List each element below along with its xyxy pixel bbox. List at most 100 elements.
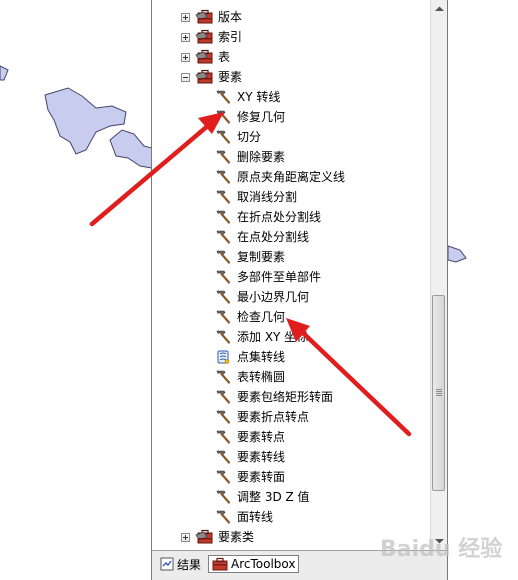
hammer-icon <box>216 230 231 244</box>
toolset-label: 要素类 <box>218 530 255 544</box>
toolset-node[interactable]: 表 <box>181 47 230 67</box>
map-land-shape <box>0 65 9 81</box>
tool-label: 多部件至单部件 <box>237 270 322 284</box>
toolbox-icon <box>212 557 228 571</box>
map-land-shape <box>447 245 467 263</box>
hammer-icon <box>216 270 231 284</box>
toolset-node[interactable]: 要素 <box>181 67 242 87</box>
expand-icon[interactable] <box>181 32 190 42</box>
toolset-node[interactable]: 索引 <box>181 27 242 47</box>
svg-text:Baidu 经验: Baidu 经验 <box>380 536 502 562</box>
tool-label: 要素折点转点 <box>237 410 310 424</box>
tool-node[interactable]: 在折点处分割线 <box>215 207 321 227</box>
tool-label: 修复几何 <box>237 110 286 124</box>
tool-node[interactable]: 复制要素 <box>215 247 285 267</box>
toolset-label: 表 <box>218 50 231 64</box>
tab-results[interactable]: 结果 <box>157 555 204 573</box>
baidu-watermark: Baidu 经验 <box>380 536 502 562</box>
tool-label: XY 转线 <box>237 90 281 104</box>
tool-label: 原点夹角距离定义线 <box>237 170 346 184</box>
tool-node[interactable]: 添加 XY 坐标 <box>215 327 308 347</box>
tool-node[interactable]: 删除要素 <box>215 147 285 167</box>
tool-node[interactable]: 要素折点转点 <box>215 407 309 427</box>
tab-arctoolbox[interactable]: ArcToolbox <box>208 555 300 573</box>
toolbox-icon <box>195 49 213 64</box>
tool-label: 检查几何 <box>237 310 286 324</box>
hammer-icon <box>216 250 231 264</box>
results-icon <box>160 557 174 571</box>
expand-icon[interactable] <box>181 52 190 62</box>
chevron-up-icon <box>434 6 444 11</box>
hammer-icon <box>216 410 231 424</box>
hammer-icon <box>216 190 231 204</box>
tool-node[interactable]: 要素包络矩形转面 <box>215 387 333 407</box>
hammer-icon <box>216 510 231 524</box>
tool-label: 表转椭圆 <box>237 370 286 384</box>
tool-label: 添加 XY 坐标 <box>237 330 309 344</box>
tool-label: 要素转线 <box>237 450 286 464</box>
hammer-icon <box>216 310 231 324</box>
toolbox-tree[interactable]: 版本索引表要素 XY 转线修复几何切分删除要素原点夹角距离定义线 取消线分割在折点处… <box>152 0 430 550</box>
hammer-icon <box>216 170 231 184</box>
hammer-icon <box>216 130 231 144</box>
tool-node[interactable]: 在点处分割线 <box>215 227 309 247</box>
tool-node[interactable]: 检查几何 <box>215 307 285 327</box>
toolbox-icon <box>195 9 213 24</box>
hammer-icon <box>216 330 231 344</box>
tab-label: 结果 <box>177 557 202 572</box>
hammer-icon <box>216 150 231 164</box>
tool-node[interactable]: XY 转线 <box>215 87 280 107</box>
tool-node[interactable]: 最小边界几何 <box>215 287 309 307</box>
collapse-icon[interactable] <box>181 72 190 82</box>
expand-icon[interactable] <box>181 12 190 22</box>
tool-label: 要素转面 <box>237 470 286 484</box>
hammer-icon <box>216 290 231 304</box>
hammer-icon <box>216 390 231 404</box>
tool-node[interactable]: 取消线分割 <box>215 187 297 207</box>
tool-label: 要素包络矩形转面 <box>237 390 334 404</box>
tool-node[interactable]: 点集转线 <box>215 347 285 367</box>
tool-node[interactable]: 切分 <box>215 127 261 147</box>
toolset-label: 版本 <box>218 10 243 24</box>
tool-label: 复制要素 <box>237 250 286 264</box>
toolbox-icon <box>195 29 213 44</box>
expand-icon[interactable] <box>181 532 190 542</box>
toolbox-icon <box>195 529 213 544</box>
tool-node[interactable]: 面转线 <box>215 507 273 527</box>
tool-node[interactable]: 表转椭圆 <box>215 367 285 387</box>
toolset-label: 索引 <box>218 30 243 44</box>
hammer-icon <box>216 490 231 504</box>
hammer-icon <box>216 90 231 104</box>
tab-label: ArcToolbox <box>231 557 296 571</box>
tool-label: 最小边界几何 <box>237 290 310 304</box>
hammer-icon <box>216 110 231 124</box>
script-icon <box>217 350 230 364</box>
tool-node[interactable]: 原点夹角距离定义线 <box>215 167 345 187</box>
hammer-icon <box>216 370 231 384</box>
scroll-up-button[interactable] <box>431 0 447 17</box>
tool-node[interactable]: 调整 3D Z 值 <box>215 487 310 507</box>
tool-label: 在折点处分割线 <box>237 210 322 224</box>
toolset-node[interactable]: 版本 <box>181 7 242 27</box>
tool-label: 要素转点 <box>237 430 286 444</box>
vertical-scrollbar[interactable] <box>430 0 447 550</box>
toolset-node[interactable]: 要素类 <box>181 527 254 547</box>
toolset-label: 要素 <box>218 70 243 84</box>
tool-node[interactable]: 要素转线 <box>215 447 285 467</box>
scrollbar-thumb[interactable] <box>432 295 445 491</box>
tool-node[interactable]: 修复几何 <box>215 107 285 127</box>
hammer-icon <box>216 430 231 444</box>
tool-label: 在点处分割线 <box>237 230 310 244</box>
tool-label: 删除要素 <box>237 150 286 164</box>
tool-label: 调整 3D Z 值 <box>237 490 310 504</box>
tool-label: 取消线分割 <box>237 190 298 204</box>
toolbox-icon <box>195 69 213 84</box>
tool-label: 面转线 <box>237 510 274 524</box>
arctoolbox-panel: 版本索引表要素 XY 转线修复几何切分删除要素原点夹角距离定义线 取消线分割在折点处… <box>151 0 448 580</box>
tool-node[interactable]: 要素转面 <box>215 467 285 487</box>
tool-node[interactable]: 多部件至单部件 <box>215 267 321 287</box>
tool-node[interactable]: 要素转点 <box>215 427 285 447</box>
hammer-icon <box>216 470 231 484</box>
map-land-shape <box>109 129 153 169</box>
tool-label: 切分 <box>237 130 262 144</box>
